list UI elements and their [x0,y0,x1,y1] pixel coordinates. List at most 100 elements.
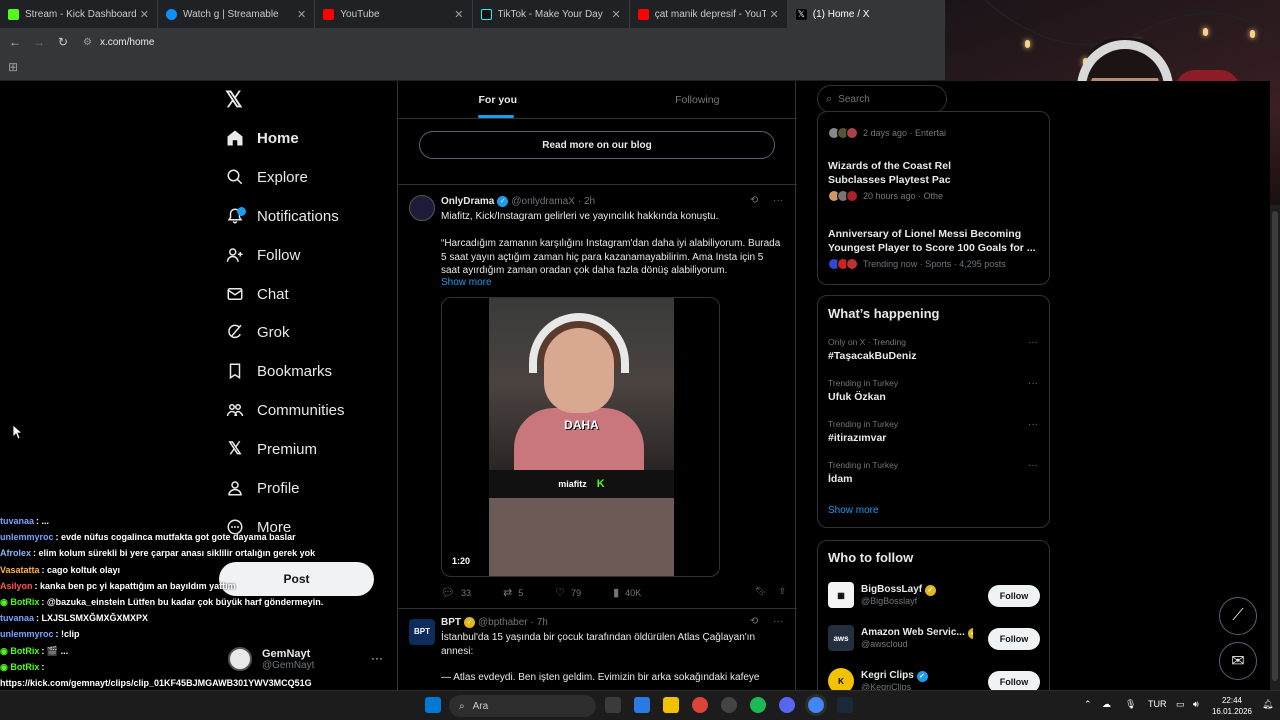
tweet-author-handle[interactable]: @bpthaber [478,617,528,628]
share-icon[interactable]: ⇪ [778,586,786,597]
chrome-icon[interactable] [692,697,708,713]
close-tab-icon[interactable]: ✕ [140,8,149,21]
show-more-link[interactable]: Show more [828,505,879,516]
chat-text: : elim kolum sürekli bi yere çarpar anas… [33,548,316,559]
browser-tab[interactable]: YouTube ✕ [315,0,473,28]
repost-button[interactable]: ⇄ 5 [503,586,523,599]
trend-item[interactable]: Trending in Turkey Ufuk Özkan ··· [828,378,1038,403]
trend-item[interactable]: Trending in Turkey #itirazımvar ··· [828,419,1038,444]
volume-icon[interactable]: 🔊︎ [1193,699,1199,710]
bookmark-icon[interactable]: 🔖︎ [755,586,766,597]
close-tab-icon[interactable]: ✕ [770,8,779,21]
grok-icon[interactable]: ⟲ [750,195,758,206]
chat-message: unlemmyroc: !clip [0,626,380,642]
sidebar-item-communities[interactable]: Communities [225,395,345,425]
back-icon[interactable]: ← [3,35,27,49]
taskbar-search[interactable]: ⌕ Ara [449,695,596,717]
system-clock[interactable]: 22:44 16.01.2026 [1210,695,1254,717]
microphone-icon[interactable]: 🎙︎ [1125,699,1136,710]
browser-tab[interactable]: Watch g | Streamable ✕ [158,0,316,28]
close-tab-icon[interactable]: ✕ [297,8,306,21]
scrollbar-thumb[interactable] [1272,211,1278,681]
steam-icon[interactable] [837,697,853,713]
more-options-icon[interactable]: ··· [1028,378,1038,389]
sidebar-item-grok[interactable]: Grok [225,317,290,347]
browser-tab[interactable]: TikTok - Make Your Day ✕ [473,0,630,28]
follow-suggestion[interactable]: K Kegri Clips ✓ @KegriClips Follow [828,666,1040,690]
tweet-time[interactable]: · 2h [578,196,595,207]
sidebar-item-chat[interactable]: Chat [225,279,289,309]
tab-for-you[interactable]: For you [398,81,598,118]
browser-tab[interactable]: Stream - Kick Dashboard ✕ [0,0,158,28]
news-item[interactable]: Wizards of the Coast Rel Subclasses Play… [828,160,1038,202]
tweet-author-name[interactable]: BPT [441,617,461,628]
follow-suggestion[interactable]: ▦ BigBossLayf ✓ @BigBosslayf Follow [828,580,1040,610]
trend-item[interactable]: Trending in Turkey İdam ··· [828,460,1038,485]
read-more-button[interactable]: Read more on our blog [419,131,775,159]
tweet-author-name[interactable]: OnlyDrama [441,196,494,207]
chrome-active-icon[interactable] [808,697,824,713]
like-button[interactable]: ♡ 79 [555,586,581,599]
sidebar-item-profile[interactable]: Profile [225,473,300,503]
video-banner-text: miafitz [558,479,587,489]
windows-start-icon[interactable] [425,697,441,713]
avatar[interactable]: BPT [409,619,435,645]
follow-suggestion[interactable]: aws Amazon Web Servic... ✓ @awscloud Foll… [828,623,1040,653]
x-logo-icon[interactable]: 𝕏 [225,89,247,111]
store-icon[interactable] [634,697,650,713]
sidebar-item-home[interactable]: Home [225,123,299,153]
apps-grid-icon[interactable]: ⊞ [8,60,18,74]
search-input[interactable]: ⌕ Search [817,85,947,113]
sidebar-item-notifications[interactable]: Notifications [225,201,339,231]
tweet-author-handle[interactable]: @onlydramaX [511,196,575,207]
follow-button[interactable]: Follow [988,585,1040,607]
more-options-icon[interactable]: ··· [773,616,783,627]
video-frame: DAHA miafitz K [489,298,674,576]
language-indicator[interactable]: TUR [1148,699,1167,709]
trend-item[interactable]: Only on X · Trending #TaşacakBuDeniz ··· [828,337,1038,362]
close-tab-icon[interactable]: ✕ [612,8,621,21]
sidebar-item-explore[interactable]: Explore [225,162,308,192]
browser-tab[interactable]: çat manik depresif - YouTube ✕ [630,0,788,28]
forward-icon[interactable]: → [27,35,51,49]
reload-icon[interactable]: ↻ [51,35,75,49]
close-tab-icon[interactable]: ✕ [454,8,463,21]
obs-icon[interactable] [721,697,737,713]
news-item[interactable]: Anniversary of Lionel Messi Becoming You… [828,228,1038,270]
follow-button[interactable]: Follow [988,628,1040,650]
more-options-icon[interactable]: ··· [1028,419,1038,430]
chat-username: tuvanaa [0,613,35,624]
sidebar-item-bookmarks[interactable]: Bookmarks [225,356,332,386]
reply-button[interactable]: 💬︎ 33 [441,586,471,599]
page-scrollbar[interactable] [1270,205,1280,690]
tweet-header: OnlyDrama ✓ @onlydramaX · 2h [441,196,595,207]
tab-following[interactable]: Following [598,81,798,118]
tray-cloud-icon[interactable]: ☁ [1102,699,1111,710]
tweet-video[interactable]: DAHA miafitz K 1:20 [441,297,720,577]
more-options-icon[interactable]: ··· [1028,460,1038,471]
views-button[interactable]: ▮ 40K [613,586,641,599]
file-explorer-icon[interactable] [663,697,679,713]
discord-icon[interactable] [779,697,795,713]
more-options-icon[interactable]: ··· [1028,337,1038,348]
site-info-icon[interactable]: ⚙ [83,37,92,48]
address-bar[interactable]: ⚙ x.com/home [83,37,154,48]
notification-bell-icon[interactable]: 🔔︎ [1262,699,1273,710]
tweet-time[interactable]: · 7h [531,617,548,628]
avatar[interactable] [409,195,435,221]
sidebar-item-label: Grok [257,323,290,341]
follow-button[interactable]: Follow [988,671,1040,690]
grok-fab-button[interactable]: ⟋ [1219,597,1257,635]
spotify-icon[interactable] [750,697,766,713]
sidebar-item-premium[interactable]: 𝕏 Premium [225,434,317,464]
news-item[interactable]: 2 days ago · Entertai [828,124,1038,139]
tray-chevron-icon[interactable]: ⌃ [1084,699,1092,710]
network-icon[interactable]: ▭ [1176,699,1185,710]
grok-icon[interactable]: ⟲ [750,616,758,627]
task-view-icon[interactable] [605,697,621,713]
sidebar-item-follow[interactable]: Follow [225,240,300,270]
more-options-icon[interactable]: ··· [773,195,783,206]
browser-tab-active[interactable]: 𝕏 (1) Home / X [787,0,945,28]
show-more-link[interactable]: Show more [441,277,492,288]
messages-fab-button[interactable]: ✉ [1219,642,1257,680]
